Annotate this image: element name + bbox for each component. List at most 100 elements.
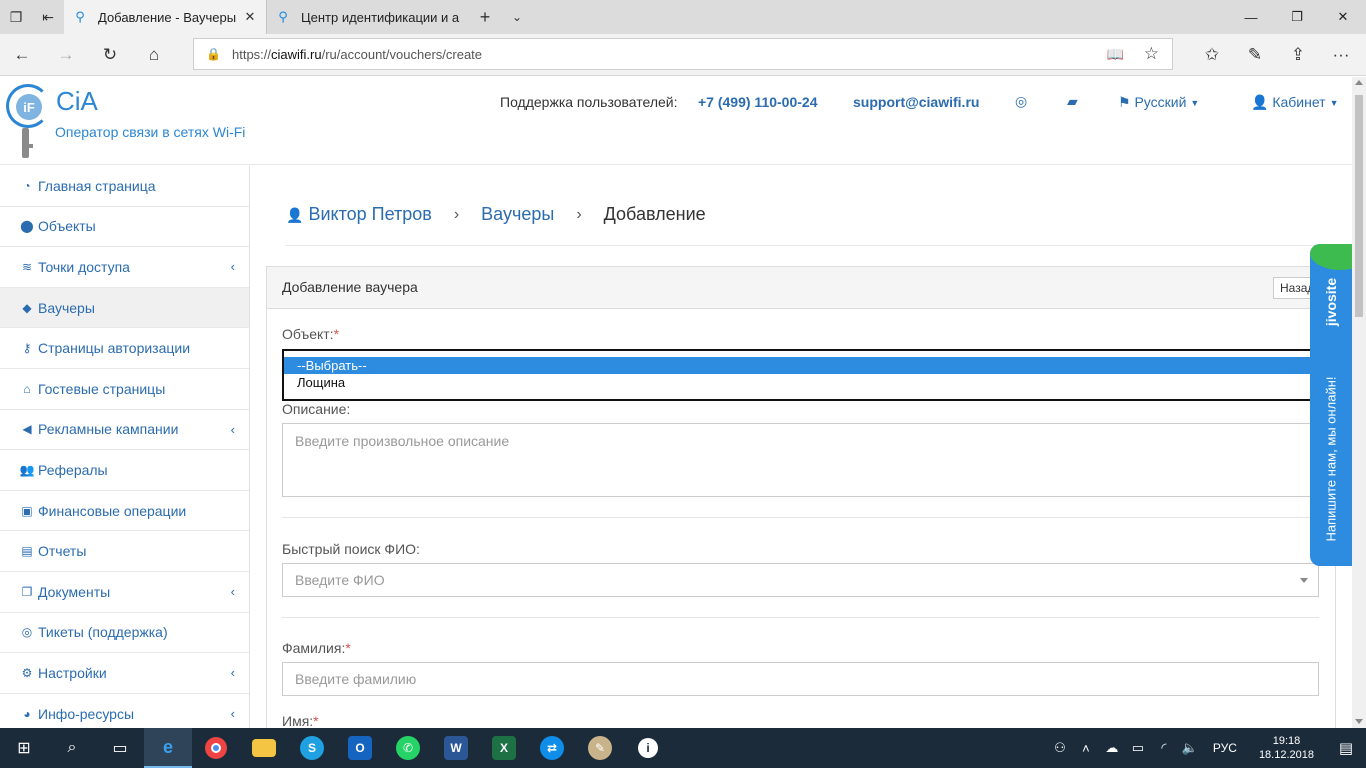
new-tab-plus-icon[interactable]: +	[468, 0, 502, 34]
people-icon[interactable]: ⚇	[1049, 740, 1071, 756]
brand-name: CiA	[56, 86, 98, 116]
minimize-icon[interactable]: —	[1228, 0, 1274, 34]
task-view-icon[interactable]: ▭	[96, 728, 144, 768]
sidebar-item[interactable]: ⬤ Объекты	[0, 207, 249, 248]
network-wifi-icon[interactable]: ◜	[1153, 740, 1175, 756]
more-menu-icon[interactable]: ···	[1329, 43, 1353, 67]
back-arrow-icon[interactable]: ←	[10, 43, 34, 67]
info-app-icon[interactable]: i	[624, 728, 672, 768]
tray-expand-chevron-icon[interactable]: ˄	[1075, 741, 1097, 756]
cabinet-dropdown[interactable]: 👤 Кабинет ▼	[1251, 94, 1339, 111]
surname-label: Фамилия:*	[282, 640, 351, 656]
excel-icon[interactable]: X	[480, 728, 528, 768]
browser-tab-vouchers[interactable]: ⚲ Добавление - Ваучеры ✕	[64, 0, 266, 34]
tab-title: Центр идентификации и а	[301, 9, 460, 25]
breadcrumb-vouchers[interactable]: Ваучеры	[481, 204, 554, 225]
description-textarea[interactable]: Введите произвольное описание	[282, 423, 1322, 497]
clock[interactable]: 19:18 18.12.2018	[1259, 734, 1314, 762]
sidebar-item[interactable]: 👥 Рефералы	[0, 450, 249, 491]
outlook-icon[interactable]: O	[336, 728, 384, 768]
close-window-icon[interactable]: ✕	[1320, 0, 1366, 34]
onedrive-cloud-icon[interactable]: ☁	[1101, 740, 1123, 756]
object-label: Объект:*	[282, 326, 339, 342]
refresh-icon[interactable]: ↻	[98, 43, 122, 67]
description-label: Описание:	[282, 401, 351, 417]
page-scrollbar[interactable]	[1352, 77, 1366, 728]
scrollbar-thumb[interactable]	[1355, 95, 1363, 317]
sidebar-item[interactable]: ◎ Тикеты (поддержка)	[0, 613, 249, 654]
caret-down-icon: ▼	[1190, 98, 1200, 108]
brand-tagline: Оператор связи в сетях Wi-Fi	[55, 124, 246, 140]
forward-arrow-icon[interactable]: →	[54, 43, 78, 67]
restore-icon[interactable]: ❐	[1274, 0, 1320, 34]
sidebar-item[interactable]: ◕ Инфо-ресурсы ‹	[0, 694, 249, 728]
favorite-star-icon[interactable]: ☆	[1144, 44, 1159, 64]
object-option-choose[interactable]: --Выбрать--	[284, 357, 1318, 374]
home-icon[interactable]: ⌂	[142, 43, 166, 67]
windows-start-icon[interactable]: ⊞	[0, 728, 48, 768]
support-email-link[interactable]: support@ciawifi.ru	[853, 94, 979, 110]
language-label: Русский	[1134, 94, 1187, 110]
book-icon[interactable]: ▰	[1067, 93, 1078, 110]
sidebar-item-label: Документы	[38, 583, 111, 600]
share-icon[interactable]: ⇪	[1286, 43, 1310, 67]
language-dropdown[interactable]: ⚑ Русский ▼	[1118, 94, 1199, 111]
tab-close-icon[interactable]: ✕	[242, 9, 258, 25]
chrome-taskbar-icon[interactable]	[192, 728, 240, 768]
surname-label-text: Фамилия:	[282, 640, 346, 656]
sidebar-item-label: Тикеты (поддержка)	[38, 624, 168, 641]
browser-tab-identification[interactable]: ⚲ Центр идентификации и а	[266, 0, 468, 34]
favorites-hub-icon[interactable]: ✩	[1200, 43, 1224, 67]
word-icon[interactable]: W	[432, 728, 480, 768]
browser-nav-bar: ← → ↻ ⌂ 🔒 https://ciawifi.ru/ru/account/…	[0, 34, 1366, 76]
breadcrumb-user[interactable]: 👤 Виктор Петров	[286, 204, 432, 225]
support-label: Поддержка пользователей:	[500, 94, 678, 110]
main-content: 👤 Виктор Петров › Ваучеры › Добавление Д…	[251, 166, 1352, 728]
object-option-loshchina[interactable]: Лощина	[284, 374, 1318, 391]
sidebar-item[interactable]: ◆ Ваучеры	[0, 287, 249, 329]
sidebar-item-label: Объекты	[38, 218, 96, 235]
teamviewer-icon[interactable]: ⇄	[528, 728, 576, 768]
divider	[282, 617, 1319, 618]
sidebar-item[interactable]: ⚷ Страницы авторизации	[0, 328, 249, 369]
battery-icon[interactable]: ▭	[1127, 740, 1149, 756]
lifebuoy-icon[interactable]: ◎	[1015, 93, 1027, 110]
object-select-dropdown[interactable]: --Выбрать-- Лощина	[282, 349, 1320, 401]
whatsapp-icon[interactable]: ✆	[384, 728, 432, 768]
chevron-right-icon: ›	[453, 205, 460, 223]
sidebar-item[interactable]: ▤ Отчеты	[0, 531, 249, 572]
sidebar-item[interactable]: ◔ Главная страница	[0, 166, 249, 207]
tab-overview-icon[interactable]: ❐	[0, 0, 32, 34]
search-icon[interactable]: ⌕	[48, 728, 96, 768]
sidebar-item[interactable]: ◀ Рекламные кампании ‹	[0, 410, 249, 451]
logo[interactable]: iF CiA Оператор связи в сетях Wi-Fi	[4, 80, 264, 162]
sidebar-item[interactable]: ❐ Документы ‹	[0, 572, 249, 613]
action-center-icon[interactable]: ▤	[1326, 739, 1366, 757]
jivosite-chat-widget[interactable]: jivosite Напишите нам, мы онлайн!	[1310, 244, 1352, 566]
wifi-icon: ≋	[21, 259, 33, 274]
dashboard-icon: ◔	[23, 178, 31, 193]
tab-list-chevron-icon[interactable]: ⌄	[502, 0, 532, 34]
set-aside-tabs-icon[interactable]: ⇤	[32, 0, 64, 34]
web-note-pen-icon[interactable]: ✎	[1243, 43, 1267, 67]
online-indicator	[1310, 244, 1352, 270]
volume-icon[interactable]: 🔈	[1179, 740, 1201, 756]
support-phone-link[interactable]: +7 (499) 110-00-24	[698, 94, 817, 110]
scroll-down-icon[interactable]	[1355, 719, 1363, 724]
surname-input[interactable]: Введите фамилию	[282, 662, 1319, 696]
edge-taskbar-icon[interactable]: e	[144, 728, 192, 768]
sidebar-item[interactable]: ≋ Точки доступа ‹	[0, 247, 249, 288]
fio-search-select[interactable]: Введите ФИО	[282, 563, 1319, 597]
scroll-up-icon[interactable]	[1355, 80, 1363, 85]
reading-view-icon[interactable]: 📖	[1107, 46, 1124, 63]
skype-icon[interactable]: S	[288, 728, 336, 768]
input-language[interactable]: РУС	[1213, 741, 1237, 755]
sidebar-item-label: Финансовые операции	[38, 502, 187, 519]
file-explorer-icon[interactable]	[240, 728, 288, 768]
paint-icon[interactable]: ✎	[576, 728, 624, 768]
sidebar-item[interactable]: ⌂ Гостевые страницы	[0, 369, 249, 410]
divider	[282, 517, 1319, 518]
sidebar-item[interactable]: ⚙ Настройки ‹	[0, 653, 249, 694]
sidebar-item[interactable]: ▣ Финансовые операции	[0, 491, 249, 532]
address-bar[interactable]: 🔒 https://ciawifi.ru/ru/account/vouchers…	[193, 38, 1173, 70]
